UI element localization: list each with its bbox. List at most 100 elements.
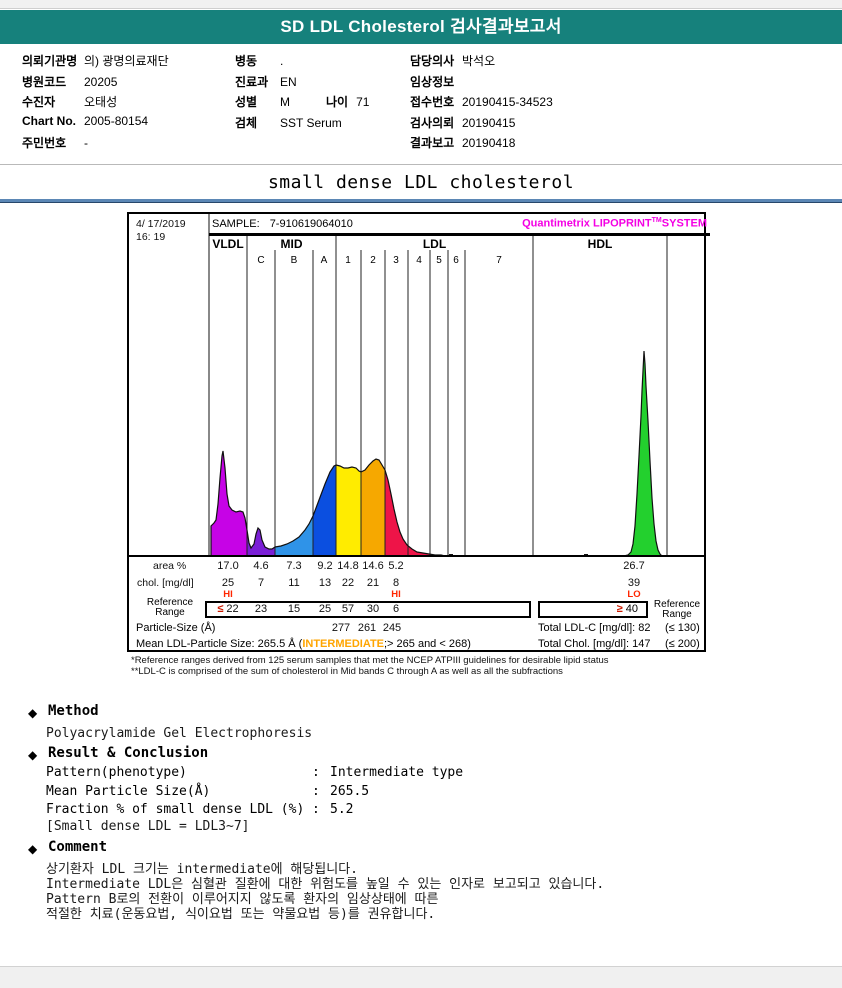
method-title: Method	[48, 703, 99, 719]
patient-left-row: 의뢰기관명 의) 광명의료재단	[22, 52, 169, 73]
diamond-bullet-icon: ◆	[28, 748, 38, 762]
area-value-MID-C: 4.6	[253, 560, 269, 572]
fraction-area-LDL-2	[361, 459, 385, 556]
result-colon: :	[312, 783, 320, 799]
field-value: 의) 광명의료재단	[84, 54, 169, 68]
field-label: 결과보고	[410, 136, 455, 151]
area-value-LDL-3: 5.2	[388, 560, 404, 572]
baseline	[129, 555, 704, 557]
area-value-LDL-2: 14.6	[362, 560, 384, 572]
field-value: 71	[356, 95, 370, 110]
patient-left-row: 주민번호 -	[22, 134, 169, 155]
particle-size-LDL-1: 277	[331, 622, 351, 634]
field-label: 병동	[235, 54, 258, 68]
reference-range-box-main	[205, 601, 531, 618]
brand-suffix: SYSTEM	[661, 217, 707, 230]
total-chol-row: Total Chol. [mg/dl]: 147	[538, 638, 651, 650]
fraction-area-LDL-1	[336, 465, 361, 556]
fraction-area-LDL-3-7	[385, 470, 445, 556]
patient-middle-row: 병동.	[235, 52, 369, 73]
comment-line: 적절한 치료(운동요법, 식이요법 또는 약물요법 등)를 권유합니다.	[46, 907, 436, 922]
divider-blue-line	[0, 199, 842, 203]
subband-label-1: 1	[345, 255, 351, 266]
chart-footnotes: *Reference ranges derived from 125 serum…	[131, 655, 711, 677]
result-value: 5.2	[330, 802, 354, 817]
diamond-bullet-icon: ◆	[28, 706, 38, 720]
chol-value-HDL: 39	[627, 577, 641, 589]
particle-size-LDL-3: 245	[382, 622, 402, 634]
patient-col-middle: 병동. 진료과 EN 성별 M 나이 71 검체 SST Serum	[235, 52, 369, 134]
area-value-MID-A: 9.2	[317, 560, 333, 572]
method-body: Polyacrylamide Gel Electrophoresis	[46, 726, 313, 741]
field-value: 오태성	[84, 95, 118, 110]
area-row-label: area %	[153, 560, 187, 572]
gte-symbol: ≥	[616, 603, 623, 615]
field-value: 20190415-34523	[462, 95, 553, 110]
chol-row-label: chol. [mg/dl]	[137, 577, 194, 589]
field-label: 접수번호	[410, 95, 455, 110]
field-value: 박석오	[462, 54, 496, 68]
total-ldl-row: Total LDL-C [mg/dl]: 82	[538, 622, 651, 634]
sample-label: SAMPLE:	[212, 217, 260, 230]
report-title-text: SD LDL Cholesterol 검사결과보고서	[280, 17, 562, 36]
field-label: 수진자	[22, 95, 56, 110]
field-label: 검사의뢰	[410, 115, 455, 130]
chart-date: 4/ 17/2019	[136, 218, 186, 230]
fraction-area-MID-B	[275, 516, 313, 556]
field-label: 임상정보	[410, 74, 455, 89]
subband-label-A: A	[320, 255, 328, 266]
reference-range-box-hdl: ≥ 40	[538, 601, 648, 618]
lipoprint-chart: 4/ 17/2019 16: 19 SAMPLE: 7-910619064010…	[127, 212, 710, 652]
result-title: Result & Conclusion	[48, 745, 209, 761]
area-value-VLDL: 17.0	[217, 560, 239, 572]
field-value: EN	[280, 74, 297, 89]
area-value-MID-B: 7.3	[286, 560, 302, 572]
patient-right-row: 검사의뢰 20190415	[410, 114, 553, 135]
subband-label-C: C	[257, 255, 265, 266]
patient-right-row: 임상정보	[410, 73, 553, 94]
total-ldl-value: 82	[638, 622, 651, 634]
report-title-bar: SD LDL Cholesterol 검사결과보고서	[0, 10, 842, 44]
subband-label-6: 6	[453, 255, 459, 266]
band-label-MID: MID	[280, 237, 303, 251]
patient-left-row: 수진자 오태성	[22, 93, 169, 114]
result-value: Intermediate type	[330, 765, 464, 780]
subband-label-4: 4	[416, 255, 422, 266]
result-label: Pattern(phenotype)	[46, 765, 187, 780]
field-value: M	[280, 95, 290, 110]
brand-tm: TM	[651, 217, 662, 225]
patient-right-row: 결과보고 20190418	[410, 134, 553, 155]
total-ldl-ref: (≤ 130)	[665, 622, 700, 634]
field-label: 의뢰기관명	[22, 54, 78, 68]
field-value: -	[84, 136, 88, 151]
patient-left-row: Chart No. 2005-80154	[22, 114, 169, 135]
mean-class-intermediate: INTERMEDIATE	[302, 638, 384, 650]
field-value: 20190415	[462, 115, 516, 130]
patient-middle-row: 성별 M 나이 71	[235, 93, 369, 114]
chol-value-VLDL: 25	[221, 577, 235, 589]
particle-size-label: Particle-Size (Å)	[136, 622, 216, 634]
band-label-LDL: LDL	[422, 237, 447, 251]
field-label: Chart No.	[22, 113, 76, 128]
subband-label-7: 7	[496, 255, 502, 266]
subband-label-2: 2	[370, 255, 376, 266]
total-chol-value: 147	[632, 638, 651, 650]
patient-right-row: 담당의사 박석오	[410, 52, 553, 73]
field-label: 주민번호	[22, 136, 67, 151]
field-label: 병원코드	[22, 74, 67, 89]
footnote-1: *Reference ranges derived from 125 serum…	[131, 655, 609, 666]
field-value: 2005-80154	[84, 113, 149, 128]
particle-size-LDL-2: 261	[357, 622, 377, 634]
footnote-2: **LDL-C is comprised of the sum of chole…	[131, 665, 563, 677]
field-label: 성별	[235, 95, 258, 110]
lab-report-page: { "header": { "title": "SD LDL Cholester…	[0, 0, 842, 988]
top-strip	[0, 0, 842, 9]
brand-logo-text: Quantimetrix LIPOPRINTTMSYSTEM	[522, 217, 707, 230]
field-value: SST Serum	[280, 115, 342, 130]
hdl-ref-value: 40	[625, 603, 638, 615]
fraction-area-MID-A	[313, 465, 336, 556]
divider-line	[0, 164, 842, 165]
field-label: 담당의사	[410, 54, 455, 68]
chart-datetime: 4/ 17/2019 16: 19	[136, 218, 186, 244]
footer-strip	[0, 966, 842, 988]
